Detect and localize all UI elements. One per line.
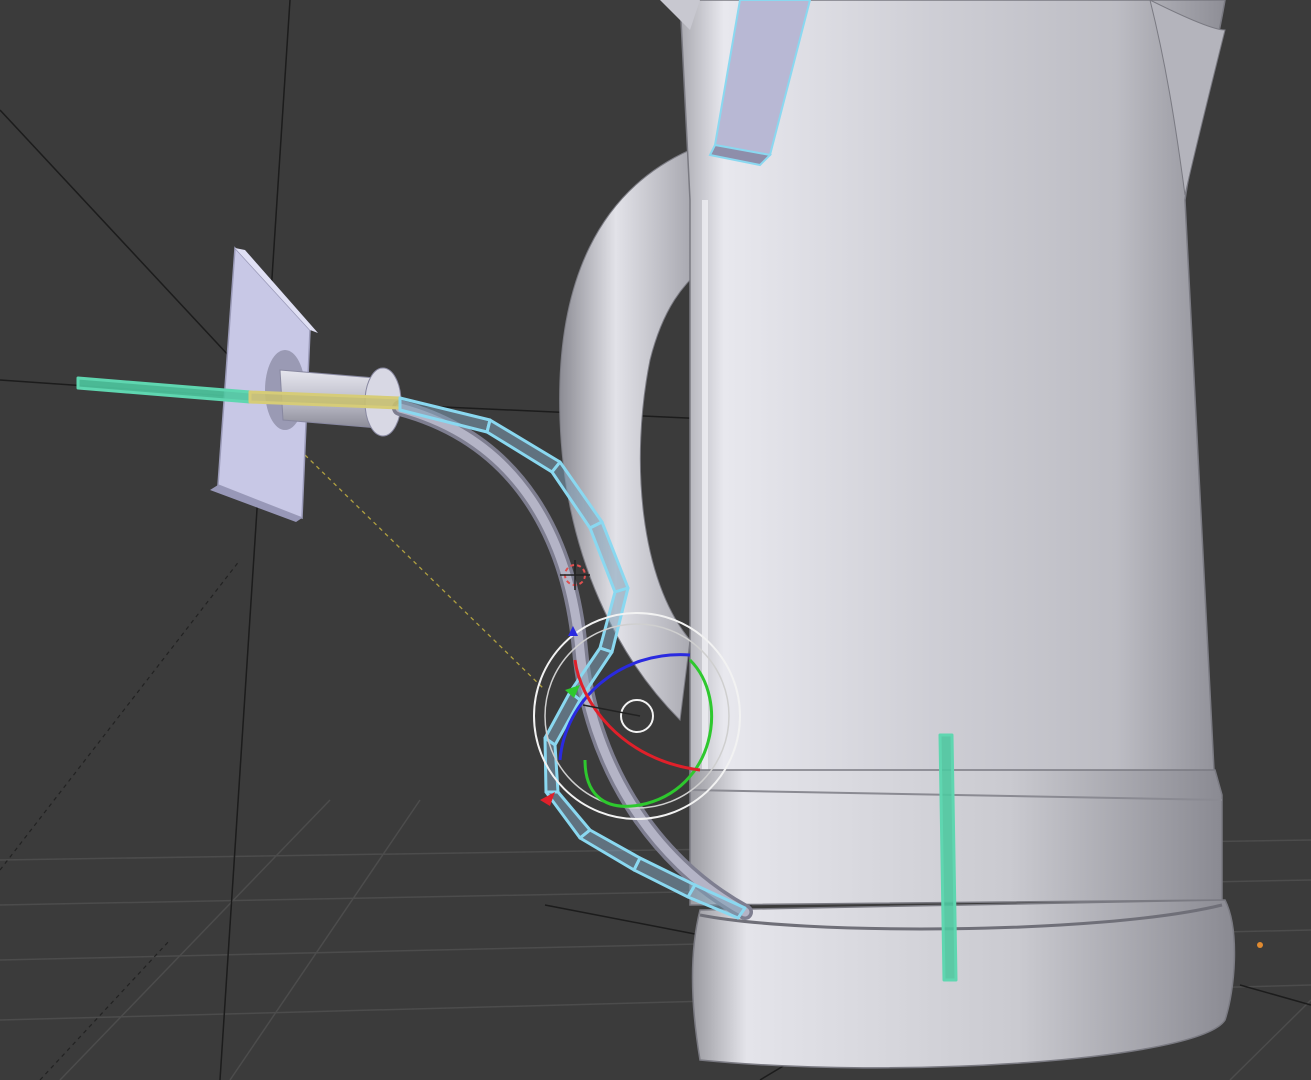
bone-kettle (938, 733, 958, 982)
scene-canvas[interactable] (0, 0, 1311, 1080)
3d-viewport[interactable] (0, 0, 1311, 1080)
bone-root (76, 376, 252, 404)
origin-point-icon (1257, 942, 1263, 948)
constraint-line (304, 454, 546, 691)
bone-segment (543, 690, 582, 747)
bone-segment (544, 790, 592, 840)
